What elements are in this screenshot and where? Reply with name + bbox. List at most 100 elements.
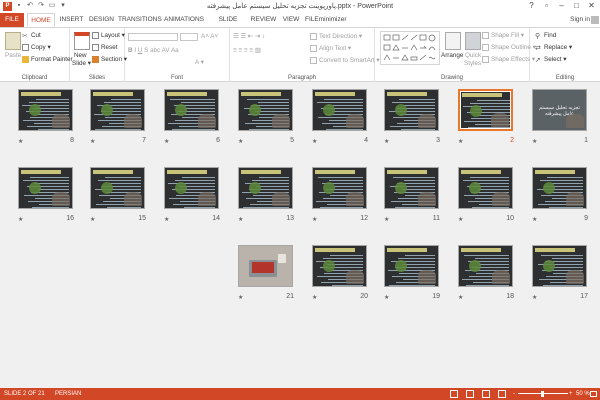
slide-thumbnail[interactable]	[164, 89, 219, 131]
zoom-level[interactable]: 50 %	[576, 388, 590, 400]
tab-insert[interactable]: INSERT	[58, 13, 85, 27]
transition-star-icon[interactable]: ★	[312, 216, 317, 223]
slide-thumbnail[interactable]	[384, 167, 439, 209]
shape-effects-button[interactable]: Shape Effects ▾	[482, 56, 535, 63]
transition-star-icon[interactable]: ★	[164, 216, 169, 223]
zoom-in-button[interactable]: +	[569, 388, 573, 400]
tab-file[interactable]: FILE	[0, 13, 24, 27]
slide-thumbnail[interactable]: تجزیه تحلیل سیستم عامل پیشرفته	[532, 89, 587, 131]
slide-thumbnail[interactable]	[18, 89, 73, 131]
transition-star-icon[interactable]: ★	[18, 216, 23, 223]
slide-thumbnail[interactable]	[458, 89, 513, 131]
minimize-button[interactable]: –	[555, 1, 568, 11]
language-indicator[interactable]: PERSIAN	[55, 388, 81, 400]
fit-slide-icon[interactable]	[590, 391, 597, 397]
font-name-field[interactable]	[128, 33, 178, 41]
close-button[interactable]: ✕	[585, 1, 598, 11]
zoom-slider-thumb[interactable]	[541, 391, 544, 397]
new-slide-button-line2[interactable]: Slide ▾	[72, 60, 91, 67]
tab-design[interactable]: DESIGN	[88, 13, 115, 27]
tab-fileminimizer[interactable]: FILEminimizer	[305, 13, 347, 27]
reading-view-icon[interactable]	[482, 390, 490, 398]
slide-thumbnail[interactable]	[532, 245, 587, 287]
reset-button[interactable]: Reset	[92, 44, 117, 51]
slide-thumbnail[interactable]	[458, 167, 513, 209]
tab-slide-show[interactable]: SLIDE SHOW	[208, 13, 248, 37]
transition-star-icon[interactable]: ★	[90, 138, 95, 145]
text-direction-button[interactable]: Text Direction ▾	[310, 33, 362, 40]
slide-thumbnail[interactable]	[532, 167, 587, 209]
transition-star-icon[interactable]: ★	[458, 216, 463, 223]
shapes-gallery[interactable]	[380, 31, 440, 65]
transition-star-icon[interactable]: ★	[90, 216, 95, 223]
slide-thumbnail[interactable]	[90, 89, 145, 131]
transition-star-icon[interactable]: ★	[532, 216, 537, 223]
ribbon-display-icon[interactable]: ▫	[540, 1, 553, 11]
avatar[interactable]	[591, 16, 599, 24]
transition-star-icon[interactable]: ★	[532, 138, 537, 145]
sign-in-link[interactable]: Sign in	[570, 16, 590, 23]
quick-styles-button-line2[interactable]: Styles	[464, 60, 481, 67]
slide-thumbnail[interactable]	[312, 245, 367, 287]
slide-thumbnail[interactable]	[458, 245, 513, 287]
maximize-button[interactable]: □	[570, 1, 583, 11]
slide-thumbnail[interactable]	[312, 167, 367, 209]
normal-view-icon[interactable]	[450, 390, 458, 398]
transition-star-icon[interactable]: ★	[238, 138, 243, 145]
find-button[interactable]: ⚲ Find	[535, 32, 556, 40]
quick-styles-button[interactable]: Quick	[465, 52, 481, 59]
slide-thumbnail[interactable]	[238, 89, 293, 131]
transition-star-icon[interactable]: ★	[458, 294, 463, 301]
copy-button[interactable]: Copy ▾	[22, 44, 51, 51]
cut-button[interactable]: ✂ Cut	[22, 32, 41, 40]
font-size-field[interactable]	[180, 33, 198, 41]
paste-icon[interactable]	[5, 32, 21, 50]
zoom-out-button[interactable]: -	[513, 388, 515, 400]
replace-button[interactable]: ⇄ Replace ▾	[535, 44, 572, 52]
transition-star-icon[interactable]: ★	[164, 138, 169, 145]
new-slide-icon[interactable]	[74, 32, 90, 50]
shape-outline-button[interactable]: Shape Outline ▾	[482, 44, 536, 51]
transition-star-icon[interactable]: ★	[532, 294, 537, 301]
new-slide-button[interactable]: New	[74, 52, 87, 59]
convert-smartart-button[interactable]: Convert to SmartArt ▾	[310, 57, 380, 64]
tab-view[interactable]: VIEW	[280, 13, 302, 27]
tab-animations[interactable]: ANIMATIONS	[163, 13, 205, 27]
transition-star-icon[interactable]: ★	[312, 138, 317, 145]
list-buttons[interactable]: ☰ ☰ ⇤ ⇥ ↕	[233, 33, 265, 40]
format-painter-button[interactable]: Format Painter	[22, 56, 73, 63]
tab-home[interactable]: HOME	[27, 13, 55, 27]
align-text-button[interactable]: Align Text ▾	[310, 45, 351, 52]
slideshow-view-icon[interactable]	[498, 390, 506, 398]
quick-styles-icon[interactable]	[465, 32, 481, 50]
transition-star-icon[interactable]: ★	[384, 138, 389, 145]
transition-star-icon[interactable]: ★	[384, 216, 389, 223]
transition-star-icon[interactable]: ★	[238, 216, 243, 223]
section-button[interactable]: Section ▾	[92, 56, 127, 63]
shape-fill-button[interactable]: Shape Fill ▾	[482, 32, 524, 39]
help-icon[interactable]: ?	[525, 1, 538, 11]
transition-star-icon[interactable]: ★	[238, 294, 243, 301]
arrange-button[interactable]: Arrange	[441, 52, 463, 59]
transition-star-icon[interactable]: ★	[384, 294, 389, 301]
slide-thumbnail[interactable]	[312, 89, 367, 131]
transition-star-icon[interactable]: ★	[18, 138, 23, 145]
transition-star-icon[interactable]: ★	[458, 138, 463, 145]
grow-font-icon[interactable]: A˄ A˅	[201, 33, 218, 40]
slide-thumbnail[interactable]	[238, 167, 293, 209]
font-color-icon[interactable]: A ▾	[195, 59, 204, 66]
slide-thumbnail[interactable]	[18, 167, 73, 209]
select-button[interactable]: ➚ Select ▾	[535, 56, 566, 64]
slide-thumbnail[interactable]	[238, 245, 293, 287]
slide-thumbnail[interactable]	[384, 89, 439, 131]
tab-transitions[interactable]: TRANSITIONS	[118, 13, 162, 27]
font-format-buttons[interactable]: B I U S abc AV Aa	[128, 47, 179, 54]
transition-star-icon[interactable]: ★	[312, 294, 317, 301]
align-buttons[interactable]: ≡ ≡ ≡ ≡ ▥	[233, 47, 261, 54]
paste-button[interactable]: Paste	[5, 52, 21, 59]
slide-thumbnail[interactable]	[90, 167, 145, 209]
slide-thumbnail[interactable]	[164, 167, 219, 209]
layout-button[interactable]: Layout ▾	[92, 32, 125, 39]
arrange-icon[interactable]	[445, 32, 461, 50]
slide-thumbnail[interactable]	[384, 245, 439, 287]
